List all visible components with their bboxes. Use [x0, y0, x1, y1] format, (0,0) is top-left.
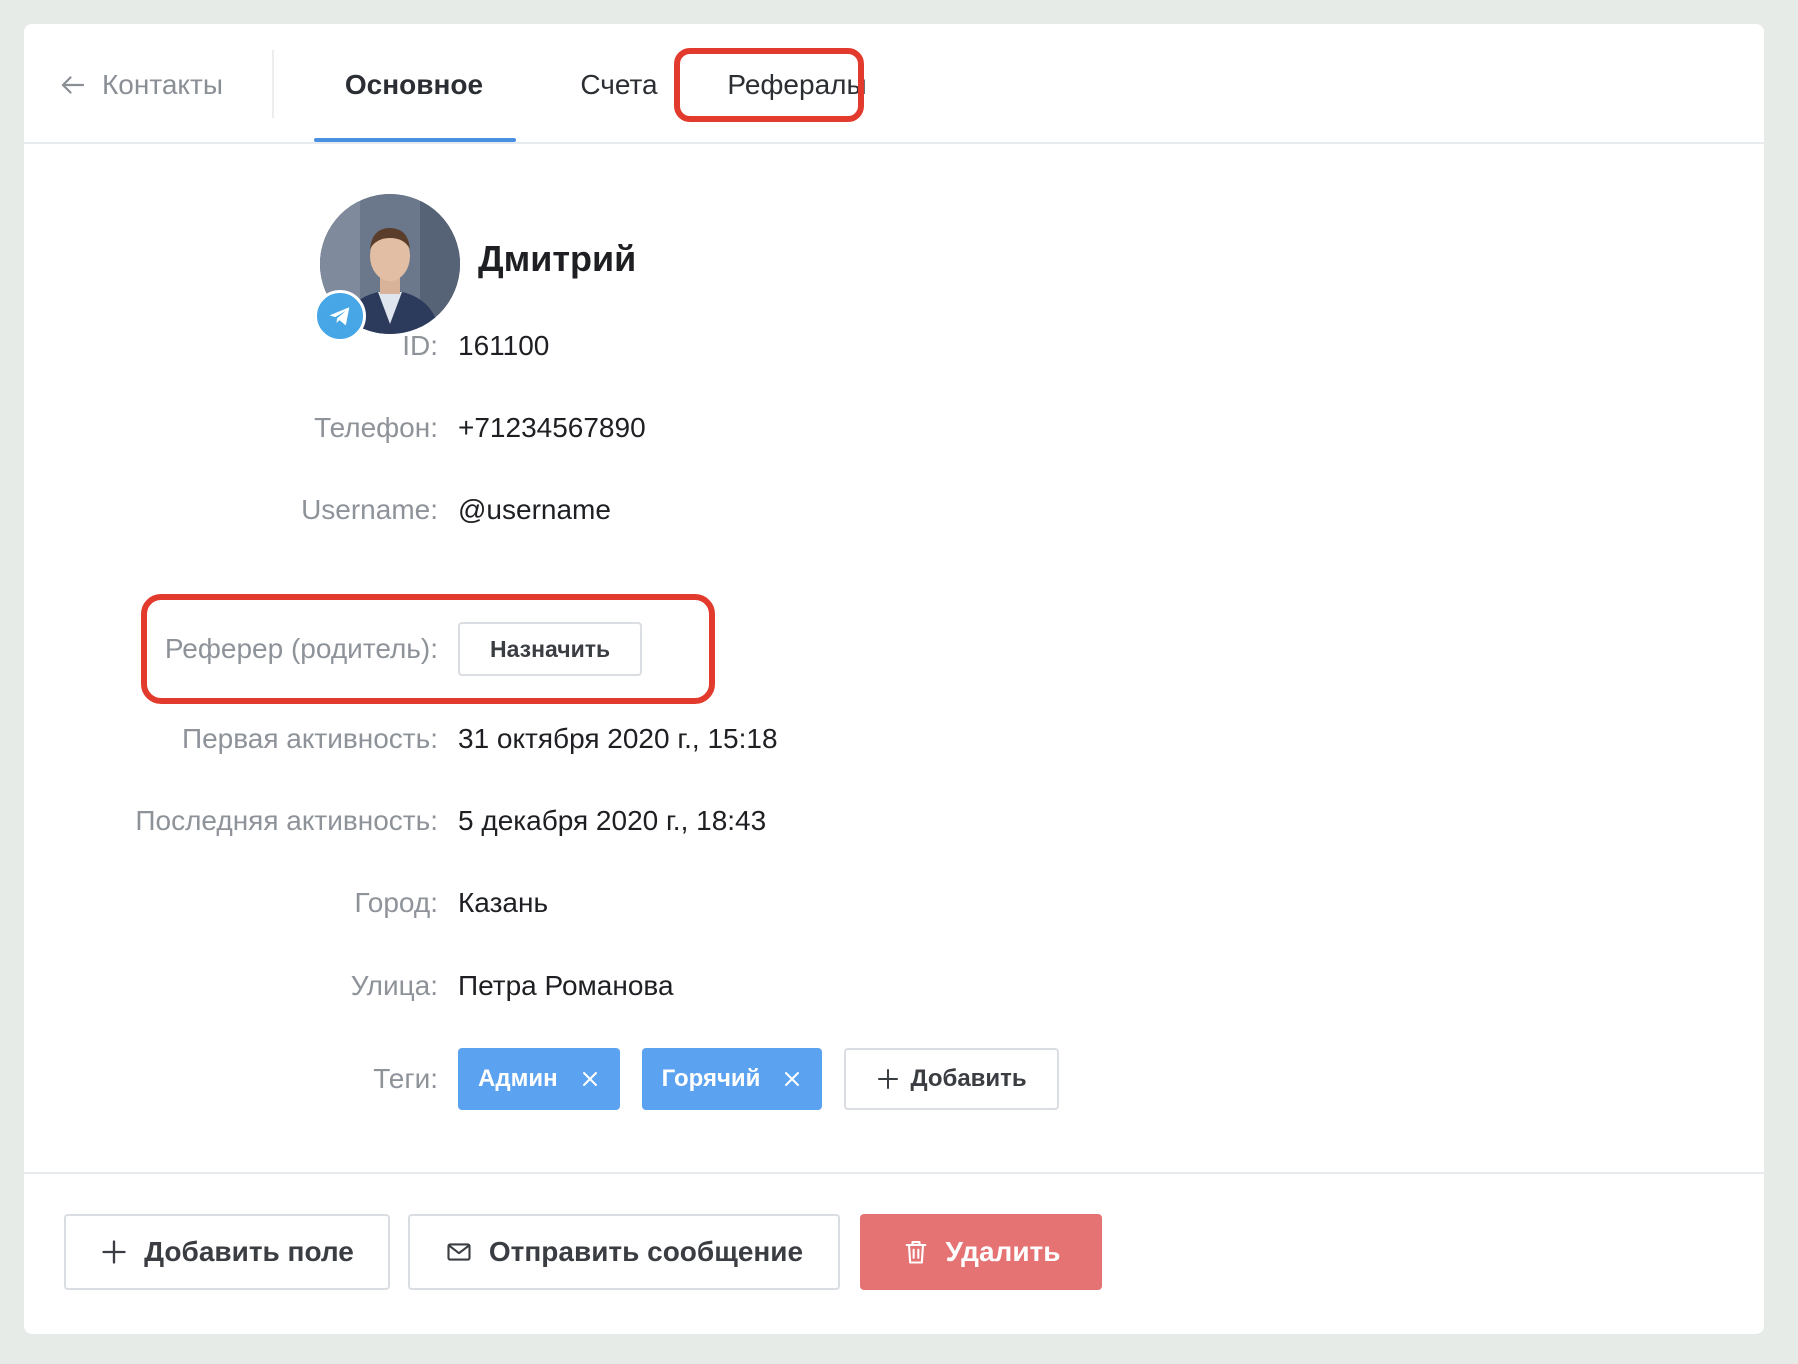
tab-accounts[interactable]: Счета — [554, 62, 684, 108]
plus-icon — [102, 1240, 126, 1264]
field-phone: Телефон: +71234567890 — [24, 405, 1764, 451]
tag-hot[interactable]: Горячий — [641, 1048, 823, 1110]
field-label: Последняя активность: — [135, 805, 438, 836]
field-label: Теги: — [373, 1063, 438, 1094]
field-first-activity: Первая активность: 31 октября 2020 г., 1… — [24, 716, 1764, 762]
close-icon[interactable] — [580, 1069, 600, 1089]
close-icon[interactable] — [782, 1069, 802, 1089]
field-id: ID: 161100 — [24, 323, 1764, 369]
field-tags: Теги: Админ Горячий Добавить — [24, 1048, 1764, 1110]
field-value: 31 октября 2020 г., 15:18 — [458, 723, 778, 754]
add-tag-button[interactable]: Добавить — [844, 1048, 1059, 1110]
delete-label: Удалить — [945, 1236, 1061, 1267]
add-field-label: Добавить поле — [144, 1236, 354, 1267]
field-label: Первая активность: — [181, 723, 438, 754]
send-message-label: Отправить сообщение — [488, 1236, 804, 1267]
field-label: Город: — [354, 887, 438, 918]
referrer-highlight — [141, 594, 715, 704]
back-to-contacts-link[interactable]: Контакты — [58, 62, 223, 108]
field-last-activity: Последняя активность: 5 декабря 2020 г.,… — [24, 798, 1764, 844]
add-tag-label: Добавить — [910, 1065, 1027, 1092]
field-street: Улица: Петра Романова — [24, 963, 1764, 1009]
field-label: ID: — [402, 330, 438, 361]
trash-icon — [905, 1241, 926, 1264]
arrow-left-icon — [61, 76, 85, 94]
field-value: 161100 — [458, 330, 550, 361]
add-field-button[interactable]: Добавить поле — [64, 1214, 390, 1290]
tag-list: Админ Горячий Добавить — [458, 1048, 1059, 1110]
tag-label: Горячий — [661, 1065, 761, 1092]
top-nav: Контакты Основное Счета Рефералы — [24, 24, 1764, 144]
footer-divider — [24, 1172, 1764, 1174]
field-value: @username — [458, 494, 611, 525]
envelope-icon — [447, 1243, 471, 1261]
plus-icon — [878, 1069, 899, 1089]
nav-divider — [272, 50, 274, 118]
field-username: Username: @username — [24, 487, 1764, 533]
field-label: Username: — [301, 494, 438, 525]
field-value: 5 декабря 2020 г., 18:43 — [458, 805, 767, 836]
send-message-button[interactable]: Отправить сообщение — [408, 1214, 840, 1290]
referrals-tab-highlight — [674, 48, 864, 122]
delete-button[interactable]: Удалить — [860, 1214, 1102, 1290]
contact-card: Контакты Основное Счета Рефералы Дмитрий… — [24, 24, 1764, 1334]
tag-admin[interactable]: Админ — [458, 1048, 620, 1110]
field-label: Телефон: — [314, 412, 438, 443]
field-label: Улица: — [350, 970, 438, 1001]
tab-main[interactable]: Основное — [314, 62, 514, 108]
field-value: +71234567890 — [458, 412, 646, 443]
tag-label: Админ — [478, 1065, 558, 1092]
field-city: Город: Казань — [24, 880, 1764, 926]
back-label: Контакты — [102, 69, 223, 100]
active-tab-indicator — [314, 138, 516, 142]
field-value: Казань — [458, 887, 549, 918]
field-value: Петра Романова — [458, 970, 674, 1001]
contact-name: Дмитрий — [478, 238, 637, 279]
